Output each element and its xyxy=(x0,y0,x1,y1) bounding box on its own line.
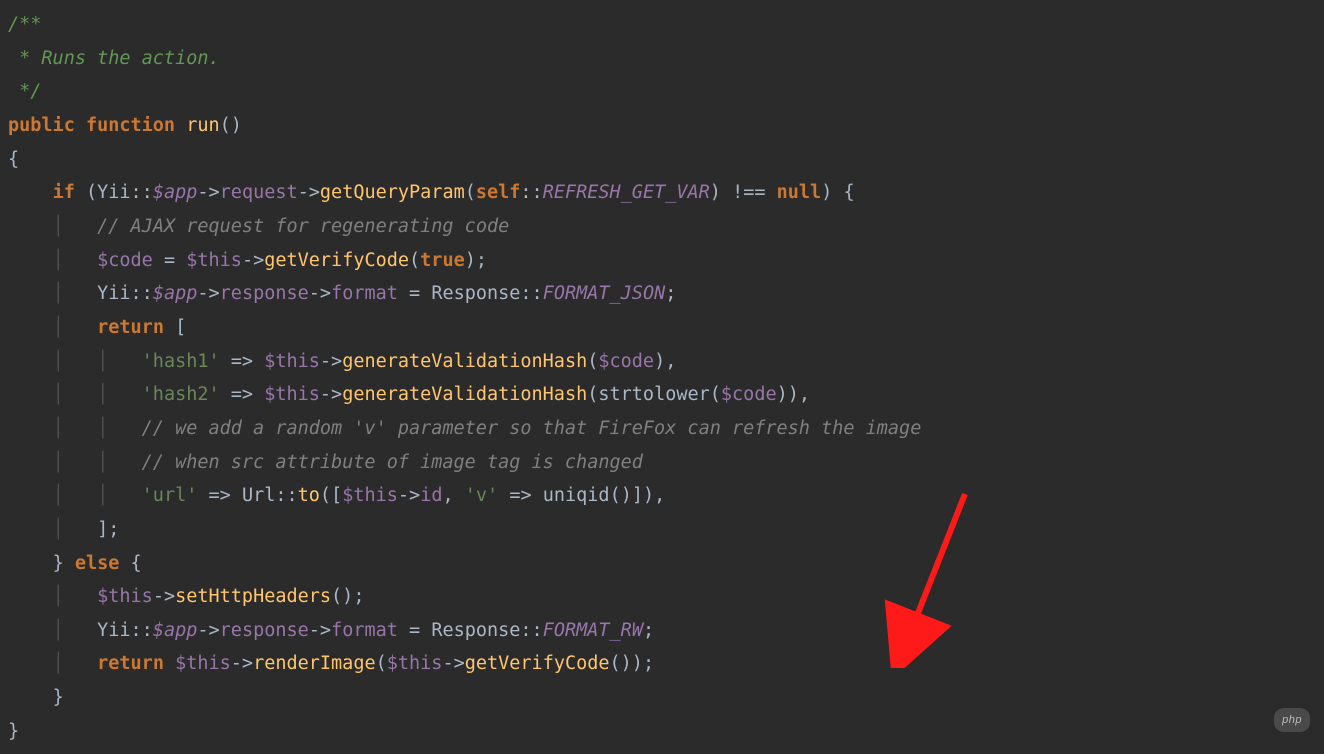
comment: // AJAX request for regenerating code xyxy=(97,216,509,237)
doc-line: * Runs the action. xyxy=(8,48,220,69)
keyword-public: public xyxy=(8,115,75,136)
comment: // when src attribute of image tag is ch… xyxy=(142,452,643,473)
watermark-badge: php xyxy=(1274,708,1310,732)
keyword-function: function xyxy=(86,115,175,136)
function-name: run xyxy=(186,115,219,136)
code-block: /** * Runs the action. */ public functio… xyxy=(8,8,1324,748)
comment: // we add a random 'v' parameter so that… xyxy=(142,418,922,439)
doc-line: */ xyxy=(8,81,41,102)
keyword-if: if xyxy=(53,182,75,203)
doc-line: /** xyxy=(8,14,41,35)
